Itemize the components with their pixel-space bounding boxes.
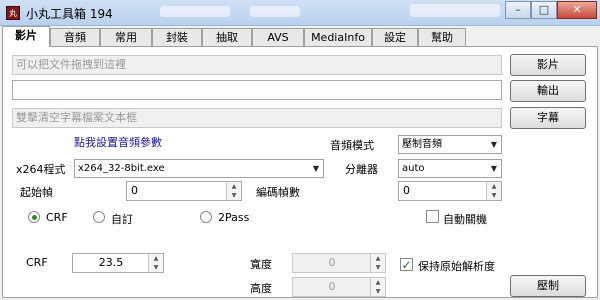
chevron-down-icon: ▼ [312, 164, 320, 173]
chevron-down-icon: ▼ [490, 140, 498, 149]
crf-value: 23.5 [98, 256, 124, 269]
spin-down-icon[interactable]: ▼ [227, 191, 241, 200]
height-label: 高度 [250, 282, 272, 295]
x264-select[interactable]: x264_32-8bit.exe ▼ [74, 159, 324, 178]
tab-avs[interactable]: AVS [252, 28, 304, 46]
spin-down-icon[interactable]: ▼ [371, 287, 385, 296]
tab-extract[interactable]: 抽取 [202, 28, 252, 46]
tab-common[interactable]: 常用 [100, 28, 152, 46]
audio-params-link[interactable]: 點我設置音頻參數 [74, 134, 162, 150]
tab-video[interactable]: 影片 [2, 26, 50, 47]
radio-custom[interactable] [93, 211, 105, 223]
window-title: 小丸工具箱 194 [26, 7, 113, 21]
tab-settings[interactable]: 設定 [372, 28, 418, 46]
tab-mediainfo[interactable]: MediaInfo [304, 28, 372, 46]
width-label: 寬度 [250, 258, 272, 271]
video-button[interactable]: 影片 [510, 54, 586, 76]
keep-resolution-checkbox[interactable]: ✓ [400, 258, 413, 271]
blurred-area [250, 6, 300, 17]
spin-up-icon[interactable]: ▲ [371, 278, 385, 287]
radio-2pass[interactable] [200, 211, 212, 223]
height-value: 0 [328, 280, 336, 293]
start-frame-value: 0 [131, 184, 138, 197]
tab-mux[interactable]: 封裝 [152, 28, 202, 46]
maximize-button[interactable]: □ [531, 1, 557, 19]
start-frame-label: 起始幀 [20, 186, 53, 199]
x264-label: x264程式 [16, 163, 66, 176]
spin-up-icon[interactable]: ▲ [371, 254, 385, 263]
blurred-area [160, 6, 230, 17]
spinner-buttons[interactable]: ▲ ▼ [486, 182, 501, 200]
blurred-area [410, 4, 500, 17]
subtitle-field[interactable]: 雙擊清空字幕檔案文本框 [12, 108, 502, 128]
spinner-buttons[interactable]: ▲ ▼ [370, 278, 385, 296]
spin-down-icon[interactable]: ▼ [487, 191, 501, 200]
splitter-value: auto [402, 163, 425, 174]
audio-mode-value: 壓制音頻 [402, 139, 442, 150]
subtitle-button[interactable]: 字幕 [510, 107, 586, 129]
encode-frames-value: 0 [403, 184, 410, 197]
spin-up-icon[interactable]: ▲ [149, 254, 163, 263]
start-frame-spinner[interactable]: 0 ▲ ▼ [126, 181, 242, 201]
app-icon: 丸 [6, 6, 20, 20]
splitter-label: 分離器 [345, 163, 378, 176]
keep-resolution-label[interactable]: 保持原始解析度 [418, 258, 495, 274]
output-field[interactable] [12, 80, 502, 100]
radio-crf-label[interactable]: CRF [46, 211, 68, 224]
spinner-buttons[interactable]: ▲ ▼ [148, 254, 163, 272]
minimize-button[interactable]: – [505, 1, 531, 19]
audio-mode-label: 音頻模式 [330, 139, 374, 152]
auto-shutdown-label[interactable]: 自動關機 [443, 211, 487, 227]
output-button[interactable]: 輸出 [510, 80, 586, 102]
encode-frames-label: 編碼幀數 [256, 186, 300, 199]
height-spinner[interactable]: 0 ▲ ▼ [292, 277, 386, 297]
encode-frames-spinner[interactable]: 0 ▲ ▼ [398, 181, 502, 201]
spin-down-icon[interactable]: ▼ [149, 263, 163, 272]
splitter-select[interactable]: auto ▼ [398, 159, 502, 178]
spin-up-icon[interactable]: ▲ [487, 182, 501, 191]
tab-help[interactable]: 幫助 [418, 28, 466, 46]
chevron-down-icon: ▼ [490, 164, 498, 173]
radio-2pass-label[interactable]: 2Pass [218, 211, 249, 224]
width-spinner[interactable]: 0 ▲ ▼ [292, 253, 386, 273]
spin-down-icon[interactable]: ▼ [371, 263, 385, 272]
audio-mode-select[interactable]: 壓制音頻 ▼ [398, 135, 502, 154]
x264-value: x264_32-8bit.exe [78, 163, 165, 174]
tab-audio[interactable]: 音頻 [50, 28, 100, 46]
radio-custom-label[interactable]: 自訂 [111, 211, 133, 227]
spin-up-icon[interactable]: ▲ [227, 182, 241, 191]
auto-shutdown-checkbox[interactable] [426, 210, 439, 223]
spinner-buttons[interactable]: ▲ ▼ [370, 254, 385, 272]
crf-label: CRF [26, 256, 48, 269]
crf-spinner[interactable]: 23.5 ▲ ▼ [72, 253, 164, 273]
close-button[interactable]: ✕ [557, 1, 597, 19]
encode-button[interactable]: 壓制 [510, 275, 586, 297]
video-input-field[interactable]: 可以把文件拖拽到這裡 [12, 55, 502, 75]
spinner-buttons[interactable]: ▲ ▼ [226, 182, 241, 200]
width-value: 0 [328, 256, 336, 269]
radio-crf[interactable] [28, 211, 40, 223]
